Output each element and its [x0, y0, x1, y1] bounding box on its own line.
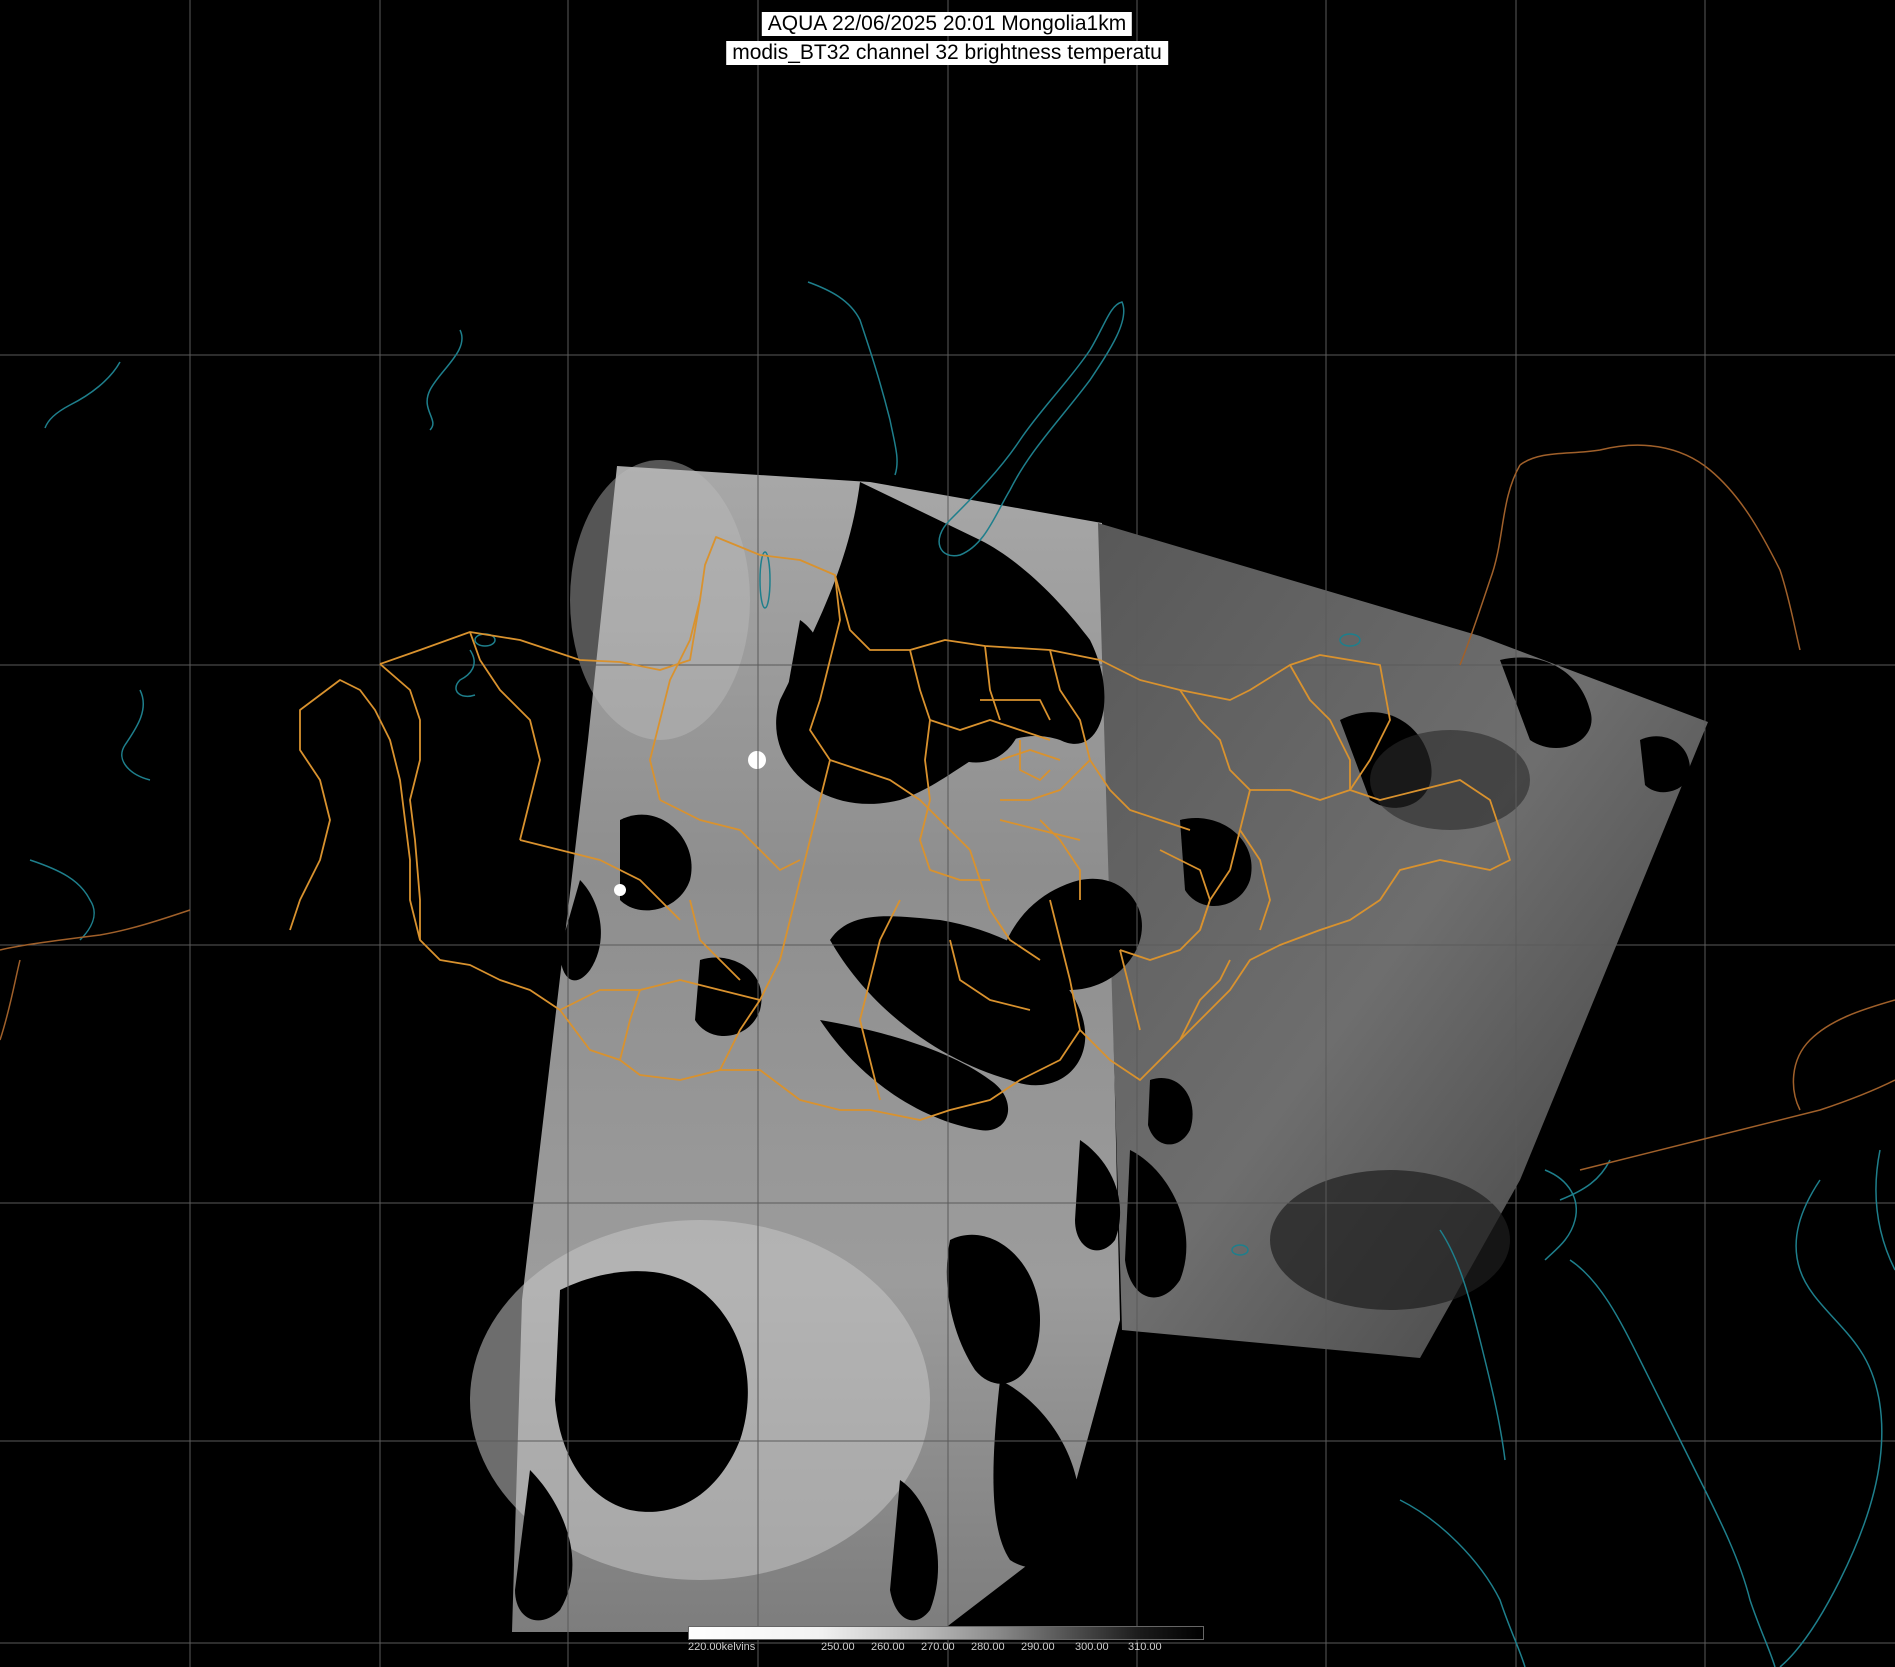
satellite-map — [0, 0, 1895, 1667]
colorbar-ramp — [688, 1626, 1204, 1640]
colorbar-label: 270.00 — [921, 1641, 955, 1653]
colorbar-label: 220.00kelvins — [688, 1641, 756, 1653]
dark-region-2 — [1370, 730, 1530, 830]
map-subtitle: modis_BT32 channel 32 brightness tempera… — [726, 41, 1168, 65]
colorbar-label: 290.00 — [1021, 1641, 1055, 1653]
map-title: AQUA 22/06/2025 20:01 Mongolia1km — [761, 12, 1133, 36]
colorbar: 220.00kelvins 250.00 260.00 270.00 280.0… — [688, 1626, 1204, 1653]
colorbar-label: 250.00 — [821, 1641, 855, 1653]
colorbar-label: 310.00 — [1128, 1641, 1162, 1653]
colorbar-label: 300.00 — [1075, 1641, 1109, 1653]
colorbar-label: 280.00 — [971, 1641, 1005, 1653]
bright-region-2 — [570, 460, 750, 740]
dark-region — [1270, 1170, 1510, 1310]
colorbar-label: 260.00 — [871, 1641, 905, 1653]
colorbar-labels: 220.00kelvins 250.00 260.00 270.00 280.0… — [688, 1641, 1204, 1653]
bright-spot — [614, 884, 626, 896]
bright-spot — [748, 751, 766, 769]
